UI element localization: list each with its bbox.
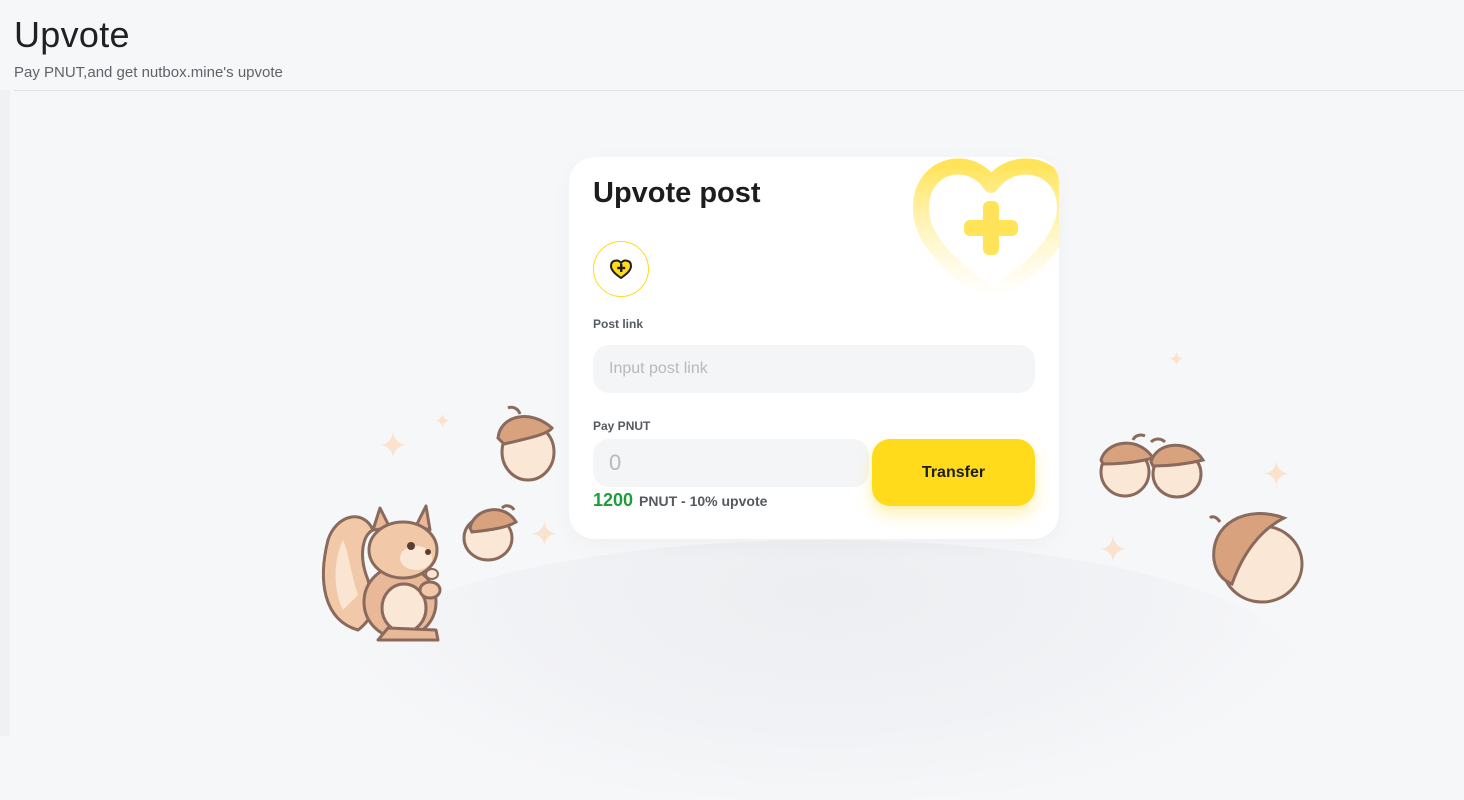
transfer-button[interactable]: Transfer [872,439,1035,506]
post-link-input[interactable] [593,345,1035,393]
sparkle-icon: ✦ [1098,529,1129,570]
acorn-icon [1208,512,1304,604]
upvote-card: Upvote post Post link Pay PNUT Transfer … [569,157,1059,539]
card-title: Upvote post [593,177,761,209]
upvote-icon-button[interactable] [593,241,649,297]
pay-description: PNUT - 10% upvote [639,493,768,509]
acorn-icon [462,504,519,562]
left-edge [0,90,10,736]
heart-plus-decoration-icon [913,158,1059,305]
sparkle-icon: ✦ [434,411,451,433]
page-header: Upvote Pay PNUT,and get nutbox.mine's up… [14,0,1464,91]
squirrel-illustration [321,504,442,642]
pay-amount: 1200 [593,490,634,510]
sparkle-icon: ✦ [530,516,559,554]
sparkle-icon: ✦ [378,425,409,466]
acorn-icon [1149,437,1206,499]
page-title: Upvote [14,14,130,55]
ground-shadow [350,540,1300,800]
sparkle-icon: ✦ [1262,456,1291,494]
sparkle-icon: ✦ [1168,349,1185,371]
pay-amount-input[interactable] [593,439,869,487]
acorn-icon [496,405,556,482]
post-link-label: Post link [593,317,644,331]
page-subtitle: Pay PNUT,and get nutbox.mine's upvote [14,64,283,81]
pay-pnut-label: Pay PNUT [593,419,651,433]
heart-plus-icon [610,259,632,279]
pay-info: 1200 PNUT - 10% upvote [593,490,767,511]
